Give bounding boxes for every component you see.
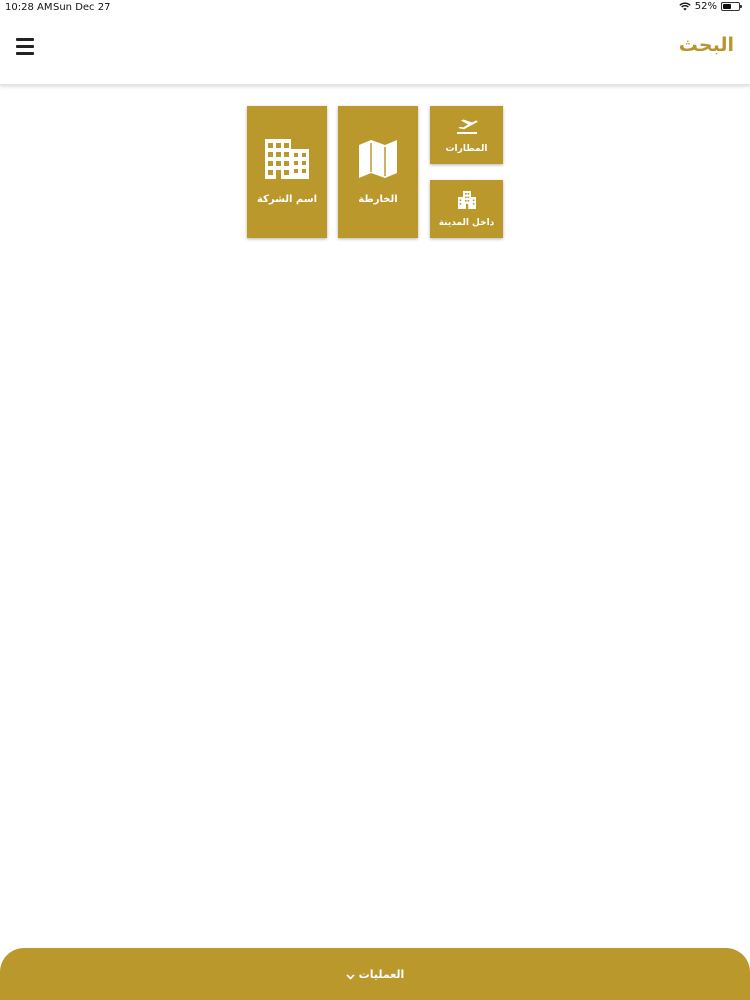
battery-percent: 52% [694, 1, 717, 12]
hamburger-menu-icon[interactable] [16, 38, 34, 59]
airports-label: المطارات [445, 143, 488, 154]
status-bar: 10:28 AM Sun Dec 27 52% [0, 0, 750, 16]
battery-icon [721, 2, 742, 11]
nav-bar [0, 16, 750, 85]
city-building-icon [457, 190, 476, 213]
status-date: Sun Dec 27 [53, 2, 111, 13]
operations-label: العمليات [358, 967, 405, 981]
airplane-departure-icon [456, 117, 478, 139]
airports-tile[interactable]: المطارات [430, 106, 503, 164]
status-time: 10:28 AM [5, 2, 53, 13]
status-right: 52% [679, 1, 742, 12]
operations-bar[interactable]: العمليات [0, 948, 750, 1000]
map-icon [358, 139, 398, 183]
battery-fill [723, 4, 731, 9]
building-icon [265, 139, 309, 183]
company-name-tile[interactable]: اسم الشركة [247, 106, 327, 238]
page-title: البحث [678, 34, 734, 56]
map-label: الخارطة [358, 194, 398, 205]
map-tile[interactable]: الخارطة [338, 106, 418, 238]
in-city-label: داخل المدينة [438, 217, 495, 228]
in-city-tile[interactable]: داخل المدينة [430, 180, 503, 238]
operations-bar-content: العمليات [346, 965, 405, 984]
company-name-label: اسم الشركة [256, 194, 318, 205]
wifi-icon [679, 2, 691, 11]
chevron-down-icon [346, 965, 355, 984]
